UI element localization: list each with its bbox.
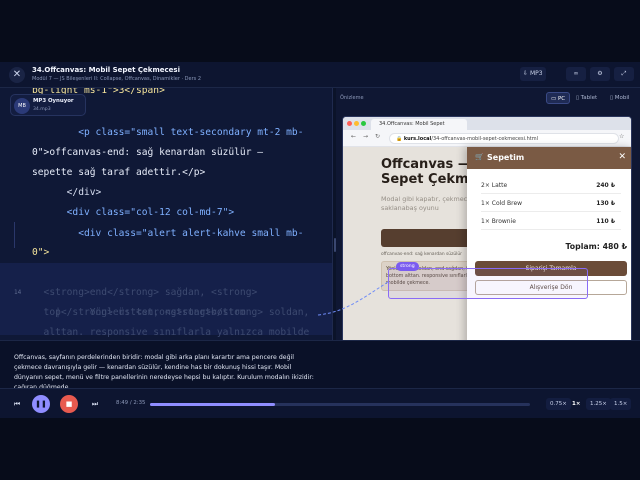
player-bar: ⏮ ❚❚ ■ ⏭ 8:49 / 2:35 0.75× 1× 1.25× 1.5× bbox=[0, 388, 640, 418]
playback-time: 8:49 / 2:35 bbox=[116, 400, 146, 406]
speed-option[interactable]: 1.25× bbox=[586, 398, 611, 410]
pause-button[interactable]: ❚❚ bbox=[32, 395, 50, 413]
caption-text: Offcanvas, sayfanın perdelerinden biridi… bbox=[14, 354, 314, 391]
speed-option-active[interactable]: 1× bbox=[568, 398, 584, 410]
skip-back-icon: ⏮ bbox=[13, 400, 21, 408]
skip-forward-icon: ⏭ bbox=[91, 400, 99, 408]
progress-fill bbox=[150, 403, 276, 406]
progress-track[interactable] bbox=[150, 403, 530, 406]
stop-button[interactable]: ■ bbox=[60, 395, 78, 413]
highlight-tag: strong bbox=[396, 262, 419, 271]
speed-option[interactable]: 1.5× bbox=[610, 398, 632, 410]
letterbox-bottom bbox=[0, 418, 640, 480]
pause-icon: ❚❚ bbox=[35, 400, 47, 408]
stop-icon: ■ bbox=[65, 400, 73, 408]
next-button[interactable]: ⏭ bbox=[86, 395, 104, 413]
previous-button[interactable]: ⏮ bbox=[8, 395, 26, 413]
element-highlight bbox=[388, 268, 588, 299]
caption-bar: Offcanvas, sayfanın perdelerinden biridi… bbox=[0, 340, 640, 391]
